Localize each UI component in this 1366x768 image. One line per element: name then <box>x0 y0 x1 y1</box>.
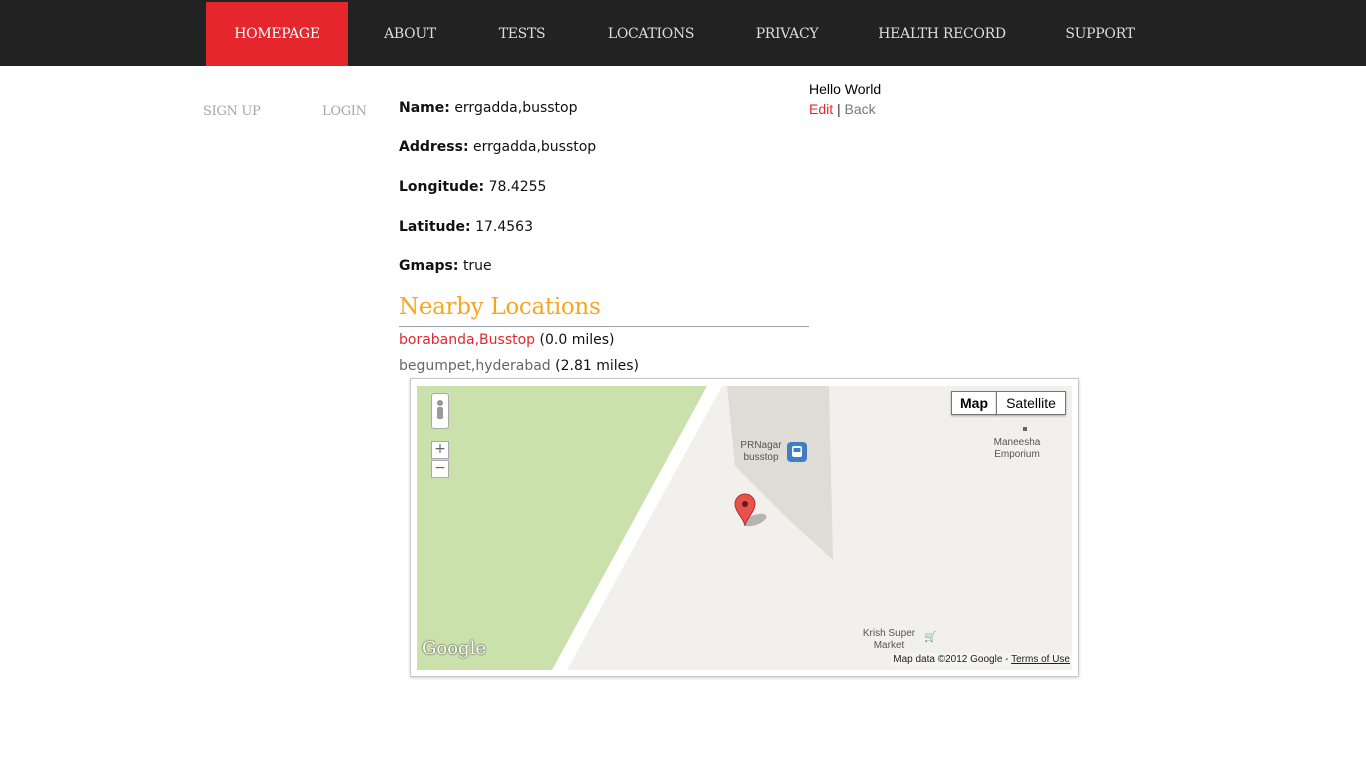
nearby-distance: (0.0 miles) <box>539 332 615 348</box>
detail-gmaps: Gmaps: true <box>399 258 492 274</box>
detail-name: Name: errgadda,busstop <box>399 100 578 116</box>
street-view-pegman[interactable] <box>431 393 449 429</box>
pegman-icon <box>437 400 443 419</box>
gmaps-value: true <box>462 258 492 274</box>
name-value: errgadda,busstop <box>454 100 578 116</box>
action-separator: | <box>833 101 845 117</box>
nav-homepage[interactable]: HOMEPAGE <box>206 2 348 66</box>
nav-locations[interactable]: LOCATIONS <box>596 0 706 66</box>
latitude-value: 17.4563 <box>475 219 533 235</box>
nearby-locations-heading: Nearby Locations <box>399 294 809 327</box>
detail-latitude: Latitude: 17.4563 <box>399 219 533 235</box>
top-nav-bar: HOMEPAGE ABOUT TESTS LOCATIONS PRIVACY H… <box>0 0 1366 66</box>
attribution-text: Map data ©2012 Google - <box>893 654 1012 665</box>
terms-of-use-link[interactable]: Terms of Use <box>1011 654 1070 665</box>
shopping-cart-icon: 🛒 <box>924 632 937 643</box>
nav-tests[interactable]: TESTS <box>484 0 560 66</box>
nav-privacy[interactable]: PRIVACY <box>740 0 834 66</box>
edit-link[interactable]: Edit <box>809 101 833 117</box>
back-link[interactable]: Back <box>845 101 876 117</box>
map-type-map-button[interactable]: Map <box>951 391 997 415</box>
greeting-actions: Edit | Back <box>809 101 876 117</box>
address-label: Address: <box>399 139 469 155</box>
longitude-value: 78.4255 <box>488 179 547 195</box>
bus-stop-icon[interactable] <box>787 442 807 462</box>
list-item: borabanda,Busstop (0.0 miles) <box>399 332 614 348</box>
map-attribution: Map data ©2012 Google - Terms of Use <box>891 653 1072 666</box>
signup-link[interactable]: SIGN UP <box>203 104 261 119</box>
emporium-label: Maneesha Emporium <box>993 437 1041 460</box>
map-container: + − Map Satellite PRNagar busstop Manees… <box>410 378 1079 677</box>
detail-longitude: Longitude: 78.4255 <box>399 179 546 195</box>
poi-dot-icon <box>1023 427 1027 431</box>
nav-about[interactable]: ABOUT <box>370 0 450 66</box>
gmaps-label: Gmaps: <box>399 258 459 274</box>
list-item: begumpet,hyderabad (2.81 miles) <box>399 358 639 374</box>
park-area <box>417 386 717 670</box>
nav-support[interactable]: SUPPORT <box>1054 0 1146 66</box>
name-label: Name: <box>399 100 450 116</box>
zoom-in-button[interactable]: + <box>431 441 449 459</box>
greeting-text: Hello World <box>809 81 882 97</box>
nearby-location-link[interactable]: borabanda,Busstop <box>399 332 535 348</box>
address-value: errgadda,busstop <box>473 139 597 155</box>
map-type-satellite-button[interactable]: Satellite <box>996 391 1066 415</box>
nearby-location-link[interactable]: begumpet,hyderabad <box>399 358 551 374</box>
latitude-label: Latitude: <box>399 219 471 235</box>
login-link[interactable]: LOGIN <box>322 104 367 119</box>
zoom-out-button[interactable]: − <box>431 460 449 478</box>
building-area <box>727 386 833 560</box>
map-marker-icon[interactable] <box>733 490 773 530</box>
longitude-label: Longitude: <box>399 179 485 195</box>
nearby-distance: (2.81 miles) <box>555 358 640 374</box>
detail-address: Address: errgadda,busstop <box>399 139 596 155</box>
nav-health-record[interactable]: HEALTH RECORD <box>870 0 1014 66</box>
google-logo: Google <box>422 638 486 659</box>
google-map[interactable]: + − Map Satellite PRNagar busstop Manees… <box>417 386 1072 670</box>
market-label: Krish Super Market <box>862 628 916 651</box>
busstop-label: PRNagar busstop <box>740 440 782 463</box>
